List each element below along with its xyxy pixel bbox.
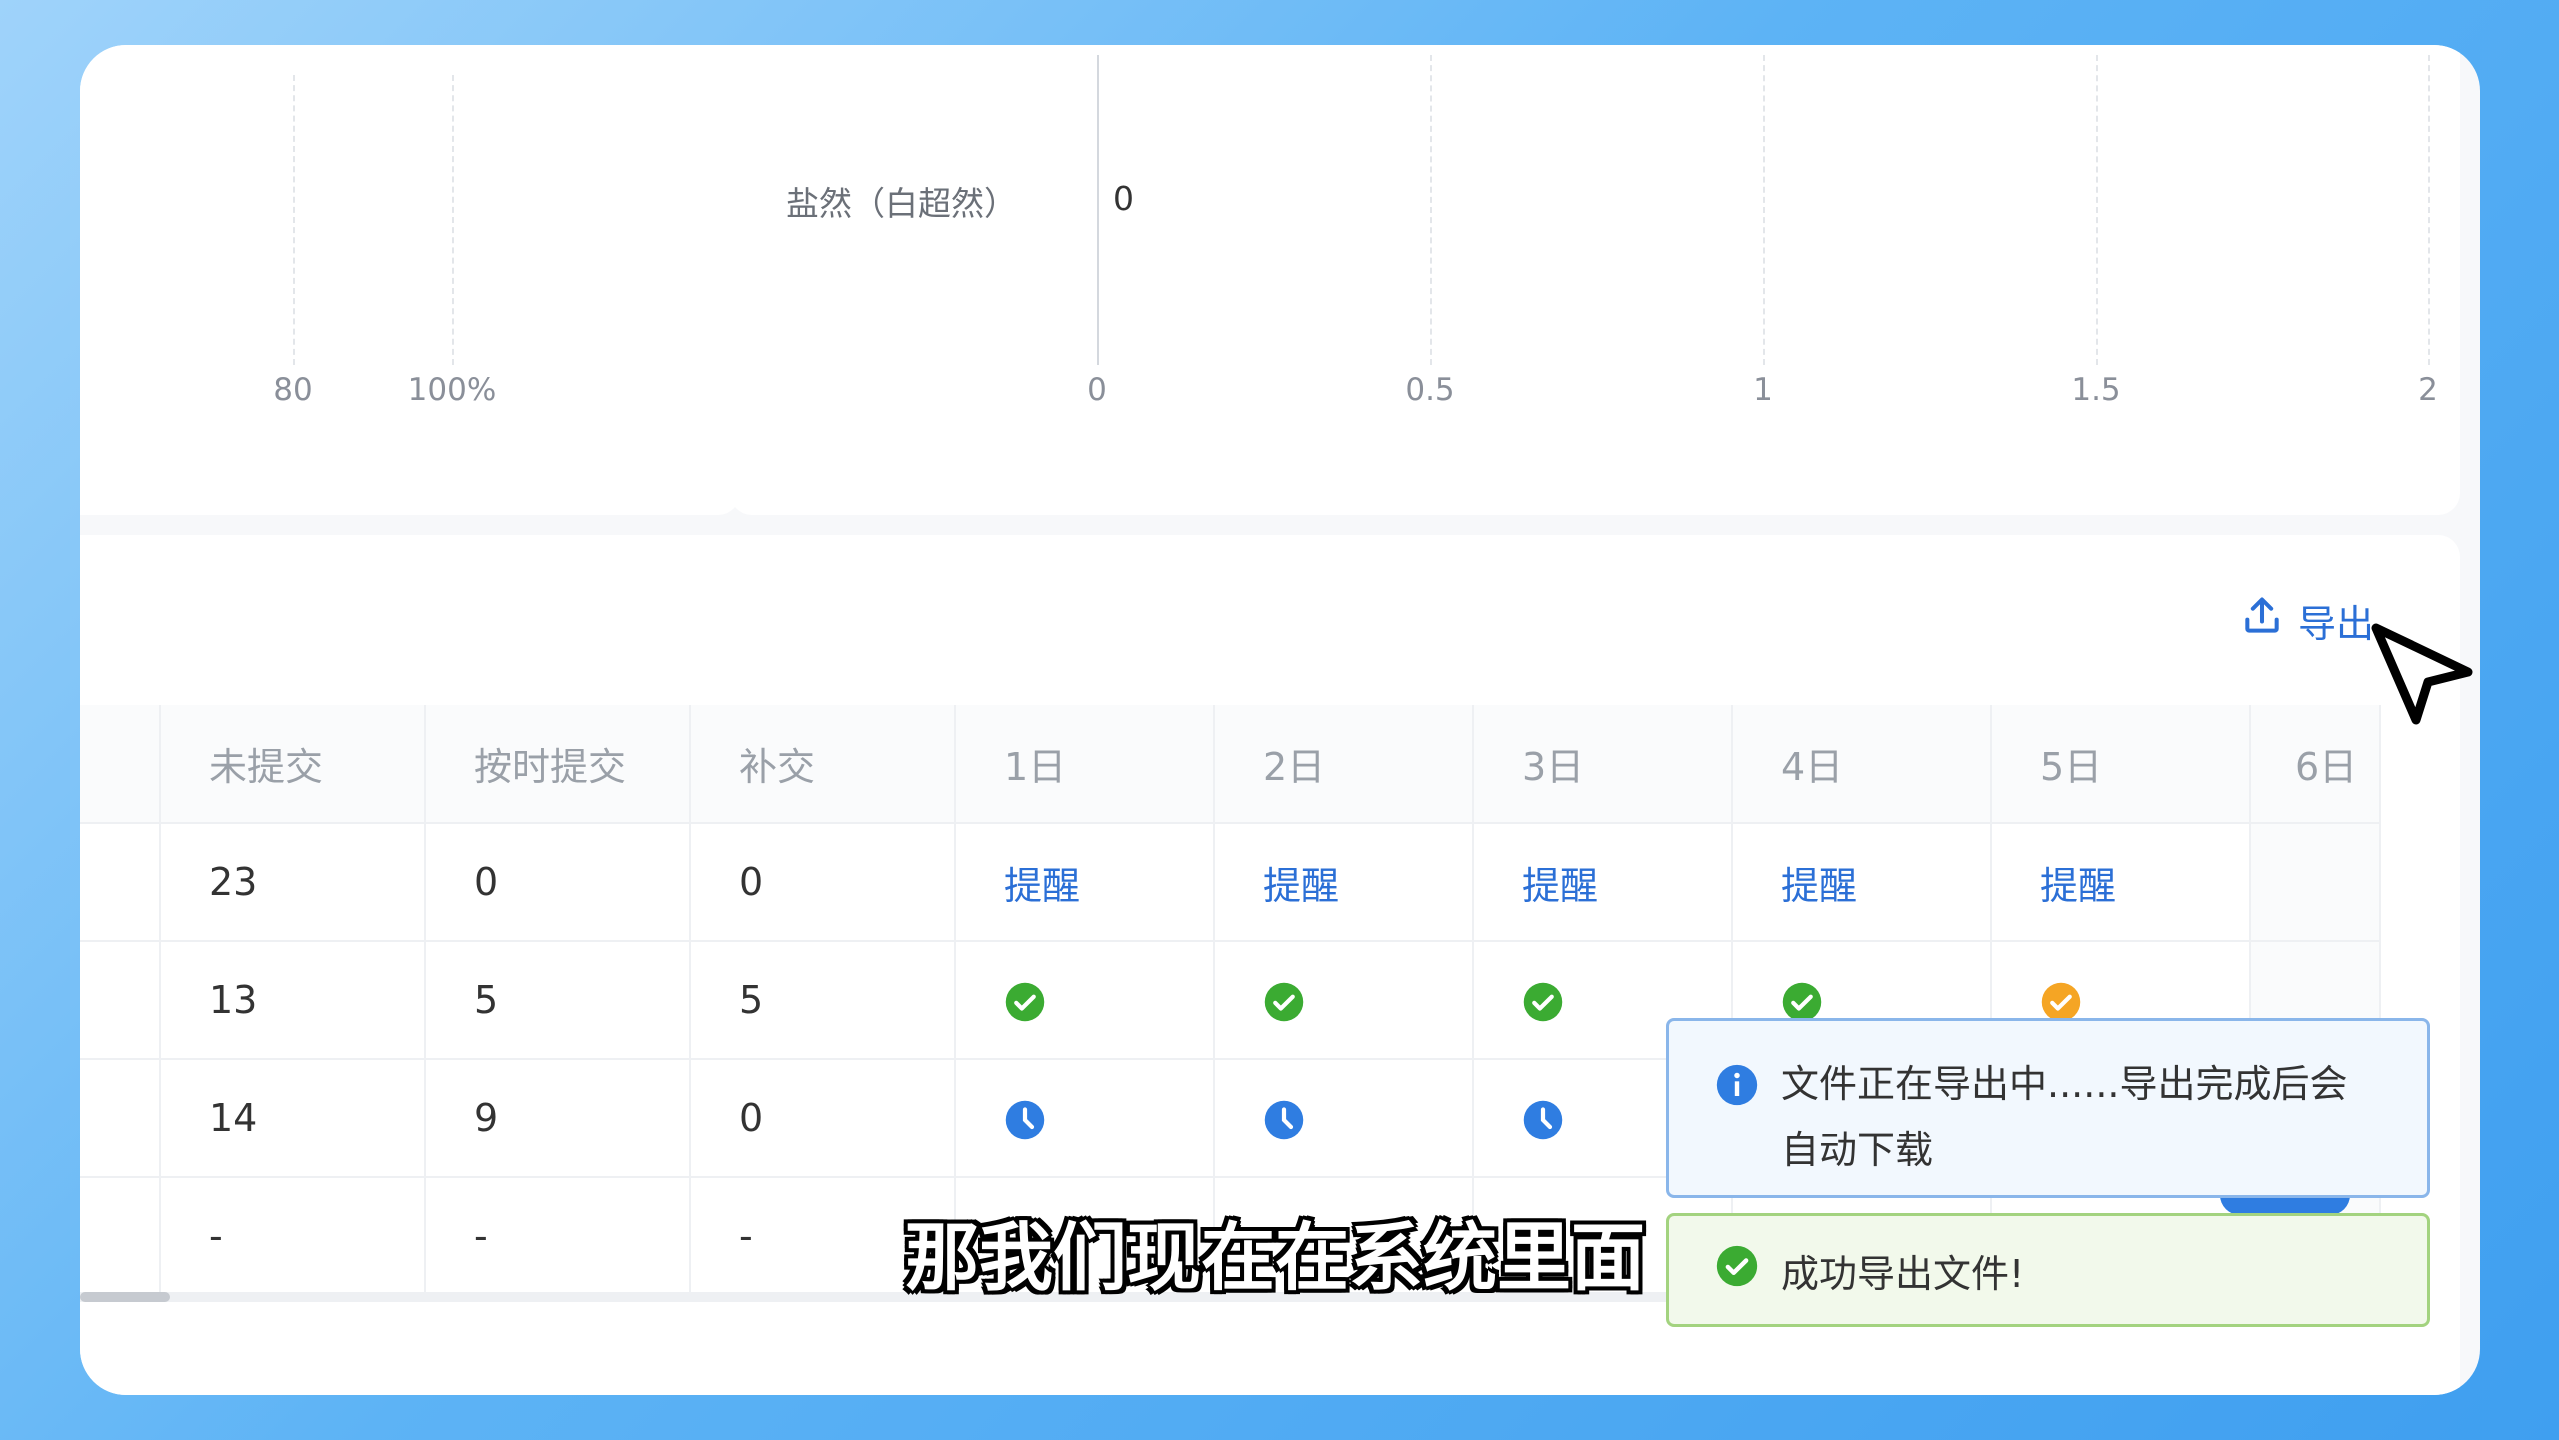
table-cell: 23 [160, 823, 426, 942]
done-green-icon [1263, 981, 1305, 1023]
x-tick-label: 0.5 [1405, 372, 1455, 408]
gridline [1763, 55, 1765, 365]
done-orange-icon [2040, 981, 2082, 1023]
table-cell: 提醒 [1991, 823, 2251, 942]
success-notification-text: 成功导出文件! [1781, 1251, 2025, 1296]
table-cell: 提醒 [1473, 823, 1733, 942]
bar-category-label: 盐然（白超然） [786, 184, 1017, 223]
gridline [1430, 55, 1432, 365]
table-cell: 提醒 [955, 823, 1215, 942]
table-header-cell: 按时提交 [425, 705, 691, 824]
table-header-row: 未提交 按时提交 补交 1日 2日 3日 4日 5日 6日 [80, 705, 2381, 824]
table-cell: 0 [690, 823, 956, 942]
table-cell: 9 [425, 1059, 691, 1178]
gridline [452, 75, 454, 365]
scrollbar-thumb[interactable] [80, 1292, 170, 1302]
clock-icon [1263, 1099, 1305, 1141]
table-cell [955, 1059, 1215, 1178]
table-header-cell: 4日 [1732, 705, 1992, 824]
right-chart-panel: 盐然（白超然） 0 0 0.5 1 1.5 2 [730, 45, 2460, 515]
info-notification-text: 文件正在导出中......导出完成后会自动下载 [1781, 1062, 2348, 1172]
table-cell [80, 1177, 161, 1296]
table-header-cell: 3日 [1473, 705, 1733, 824]
table-cell: 5 [690, 941, 956, 1060]
export-button[interactable]: 导出 [2240, 590, 2374, 650]
success-icon [1715, 1244, 1759, 1297]
done-green-icon [1781, 981, 1823, 1023]
table-header-cell: 2日 [1214, 705, 1474, 824]
video-subtitle: 那我们现在在系统里面 [905, 1215, 1645, 1301]
table-cell [955, 941, 1215, 1060]
info-icon [1715, 1061, 1759, 1195]
table-header-cell: 补交 [690, 705, 956, 824]
x-tick-label: 0 [1087, 372, 1107, 408]
table-cell: - [160, 1177, 426, 1296]
done-green-icon [1004, 981, 1046, 1023]
app-window: 80 100% 盐然（白超然） 0 0 0.5 1 1.5 2 导出 未提交 按… [80, 45, 2480, 1395]
table-header-cell: 6日 [2250, 705, 2381, 824]
x-tick-label: 100% [407, 372, 497, 408]
bar-value-label: 0 [1113, 179, 1134, 218]
remind-link[interactable]: 提醒 [1004, 864, 1080, 908]
table-header-cell [80, 705, 161, 824]
y-axis-line [1097, 55, 1099, 365]
table-header-cell: 1日 [955, 705, 1215, 824]
gridline [2428, 55, 2430, 365]
x-tick-label: 80 [273, 372, 313, 408]
table-cell [80, 941, 161, 1060]
table-cell: 提醒 [1214, 823, 1474, 942]
x-tick-label: 2 [2418, 372, 2438, 408]
export-label: 导出 [2298, 601, 2375, 646]
clock-icon [1004, 1099, 1046, 1141]
gridline [293, 75, 295, 365]
remind-link[interactable]: 提醒 [1263, 864, 1339, 908]
gridline [2096, 55, 2098, 365]
success-notification: 成功导出文件! [1666, 1213, 2430, 1327]
info-notification: 文件正在导出中......导出完成后会自动下载 [1666, 1018, 2430, 1198]
mouse-cursor-icon [2368, 620, 2478, 734]
table-cell [1214, 941, 1474, 1060]
table-cell [80, 823, 161, 942]
table-cell [80, 1059, 161, 1178]
table-cell: 0 [425, 823, 691, 942]
remind-link[interactable]: 提醒 [2040, 864, 2116, 908]
remind-link[interactable]: 提醒 [1781, 864, 1857, 908]
table-cell [1214, 1059, 1474, 1178]
table-row: 23 0 0 提醒 提醒 提醒 提醒 提醒 [80, 823, 2381, 942]
table-cell: 5 [425, 941, 691, 1060]
done-green-icon [1522, 981, 1564, 1023]
table-cell [2250, 823, 2381, 942]
left-chart-panel: 80 100% [80, 45, 740, 515]
x-tick-label: 1 [1753, 372, 1773, 408]
table-cell: 13 [160, 941, 426, 1060]
remind-link[interactable]: 提醒 [1522, 864, 1598, 908]
table-header-cell: 5日 [1991, 705, 2251, 824]
table-cell: 提醒 [1732, 823, 1992, 942]
clock-icon [1522, 1099, 1564, 1141]
table-cell: 14 [160, 1059, 426, 1178]
x-tick-label: 1.5 [2071, 372, 2121, 408]
table-cell: 0 [690, 1059, 956, 1178]
table-cell: - [425, 1177, 691, 1296]
table-header-cell: 未提交 [160, 705, 426, 824]
upload-icon [2240, 594, 2284, 647]
